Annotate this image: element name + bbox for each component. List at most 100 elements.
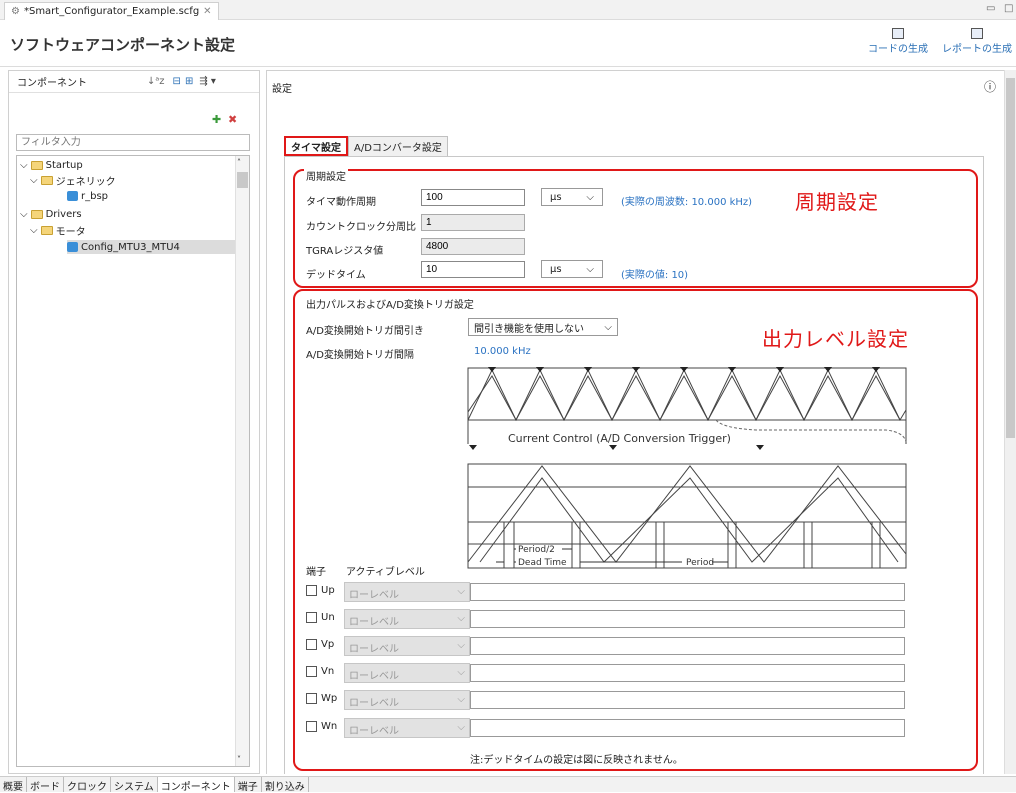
generate-code-icon xyxy=(892,28,904,39)
scroll-thumb[interactable] xyxy=(237,172,248,188)
tree-item-config-mtu3-mtu4[interactable]: Config_MTU3_MTU4 xyxy=(67,240,235,254)
chevron-down-icon[interactable]: ⌵ xyxy=(30,175,38,186)
pin-checkbox[interactable] xyxy=(306,721,317,732)
minimize-icon[interactable]: ▭ xyxy=(986,3,995,14)
add-component-icon[interactable]: ✚ xyxy=(212,113,221,126)
timer-period-input[interactable] xyxy=(421,189,525,206)
editor-title: ソフトウェアコンポーネント設定 xyxy=(10,36,236,54)
pin-waveform-box xyxy=(470,664,905,682)
chevron-down-icon: ⌵ xyxy=(586,263,594,275)
folder-icon xyxy=(30,160,43,170)
level-select: ローレベル ⌵ xyxy=(344,663,470,683)
tree-item-generic[interactable]: ⌵ ジェネリック xyxy=(30,173,116,188)
file-tab-label: *Smart_Configurator_Example.scfg xyxy=(23,6,200,17)
level-select: ローレベル ⌵ xyxy=(344,636,470,656)
tab-clock[interactable]: クロック xyxy=(64,777,111,793)
tab-adc-settings[interactable]: A/Dコンバータ設定 xyxy=(348,136,448,156)
pin-checkbox[interactable] xyxy=(306,639,317,650)
generate-report-button[interactable]: レポートの生成 xyxy=(942,28,1012,55)
component-icon xyxy=(67,191,78,201)
tree-item-startup[interactable]: ⌵ Startup xyxy=(20,158,83,172)
level-select: ローレベル ⌵ xyxy=(344,718,470,738)
scroll-down-icon[interactable]: ˅ xyxy=(237,755,241,764)
pin-waveform-box xyxy=(470,583,905,601)
tgra-register-input xyxy=(421,238,525,255)
level-select: ローレベル ⌵ xyxy=(344,609,470,629)
tab-interrupt[interactable]: 割り込み xyxy=(262,777,309,793)
expand-all-icon[interactable]: ⊞ xyxy=(185,76,193,87)
folder-icon xyxy=(40,175,53,185)
timing-diagram: Current Control (A/D Conversion Trigger)… xyxy=(467,367,907,569)
tab-timer-settings[interactable]: タイマ設定 xyxy=(284,136,348,156)
chevron-down-icon[interactable]: ⌵ xyxy=(20,160,28,171)
info-icon[interactable]: ⓘ xyxy=(984,78,996,95)
tree-label: モータ xyxy=(55,226,86,238)
level-value: ローレベル xyxy=(349,590,399,601)
timer-period-unit-select[interactable]: μs ⌵ xyxy=(541,188,603,206)
maximize-icon[interactable]: □ xyxy=(1004,3,1013,14)
tab-board[interactable]: ボード xyxy=(27,777,64,793)
pin-checkbox[interactable] xyxy=(306,612,317,623)
dead-time-input[interactable] xyxy=(421,261,525,278)
close-icon[interactable]: ✕ xyxy=(203,6,211,17)
trigger-marker xyxy=(609,445,617,450)
pin-checkbox[interactable] xyxy=(306,693,317,704)
dead-time-unit-select[interactable]: μs ⌵ xyxy=(541,260,603,278)
tgra-register-label: TGRAレジスタ値 xyxy=(306,246,384,257)
timer-period-label: タイマ動作周期 xyxy=(306,197,376,208)
output-annotation: 出力レベル設定 xyxy=(762,327,909,351)
level-select: ローレベル ⌵ xyxy=(344,582,470,602)
trigger-interval-label: A/D変換開始トリガ間隔 xyxy=(306,350,414,361)
collapse-all-icon[interactable]: ⊟ xyxy=(173,76,181,87)
tree-item-motor[interactable]: ⌵ モータ xyxy=(30,223,86,238)
tree-label: Config_MTU3_MTU4 xyxy=(81,241,180,253)
pin-waveform-box xyxy=(470,637,905,655)
chevron-down-icon: ⌵ xyxy=(457,586,465,597)
trigger-interval-value: 10.000 kHz xyxy=(474,346,531,357)
chevron-down-icon: ⌵ xyxy=(604,321,612,333)
tree-item-drivers[interactable]: ⌵ Drivers xyxy=(20,207,82,221)
generate-code-button[interactable]: コードの生成 xyxy=(868,28,928,55)
pin-checkbox[interactable] xyxy=(306,666,317,677)
level-value: ローレベル xyxy=(349,698,399,709)
pin-name: Wn xyxy=(321,721,338,732)
component-icon xyxy=(67,242,78,252)
clock-division-input xyxy=(421,214,525,231)
pin-checkbox[interactable] xyxy=(306,585,317,596)
tree-scrollbar[interactable]: ˄ ˅ xyxy=(235,156,249,766)
chevron-down-icon: ⌵ xyxy=(457,667,465,678)
tree-item-r-bsp[interactable]: r_bsp xyxy=(67,189,108,203)
actual-frequency: (実際の周波数: 10.000 kHz) xyxy=(621,197,753,208)
level-value: ローレベル xyxy=(349,671,399,682)
tab-system[interactable]: システム xyxy=(111,777,158,793)
unit-label: μs xyxy=(550,191,562,203)
trigger-skip-select[interactable]: 間引き機能を使用しない ⌵ xyxy=(468,318,618,336)
level-value: ローレベル xyxy=(349,726,399,737)
active-level-header: アクティブレベル xyxy=(346,567,425,578)
file-tab[interactable]: ⚙ *Smart_Configurator_Example.scfg ✕ xyxy=(4,2,219,20)
scroll-up-icon[interactable]: ˄ xyxy=(237,158,241,167)
current-control-label: Current Control (A/D Conversion Trigger) xyxy=(508,432,731,445)
pin-waveform-box xyxy=(470,691,905,709)
chevron-down-icon: ⌵ xyxy=(586,191,594,203)
view-menu-icon[interactable]: ⇶ ▾ xyxy=(199,76,216,87)
scroll-thumb[interactable] xyxy=(1006,78,1015,438)
sort-icon[interactable]: ↓ᵃz xyxy=(147,76,165,87)
pin-row-up: Up ローレベル ⌵ xyxy=(306,582,906,602)
remove-component-icon[interactable]: ✖ xyxy=(228,113,237,126)
pin-row-un: Un ローレベル ⌵ xyxy=(306,609,906,629)
chevron-down-icon[interactable]: ⌵ xyxy=(30,225,38,236)
tab-pin[interactable]: 端子 xyxy=(235,777,262,793)
clock-division-label: カウントクロック分周比 xyxy=(306,222,416,233)
chevron-down-icon: ⌵ xyxy=(457,722,465,733)
chevron-down-icon[interactable]: ⌵ xyxy=(20,209,28,220)
settings-tabs: タイマ設定 A/Dコンバータ設定 xyxy=(284,136,448,156)
component-panel-header: コンポーネント ↓ᵃz ⊟ ⊞ ⇶ ▾ xyxy=(9,71,259,93)
settings-scrollbar[interactable] xyxy=(1004,70,1016,774)
trigger-skip-value: 間引き機能を使用しない xyxy=(474,323,584,335)
filter-input[interactable] xyxy=(16,134,250,151)
pin-row-wp: Wp ローレベル ⌵ xyxy=(306,690,906,710)
tree-label: ジェネリック xyxy=(55,176,116,188)
tab-component[interactable]: コンポーネント xyxy=(157,777,235,793)
tab-overview[interactable]: 概要 xyxy=(0,777,27,793)
